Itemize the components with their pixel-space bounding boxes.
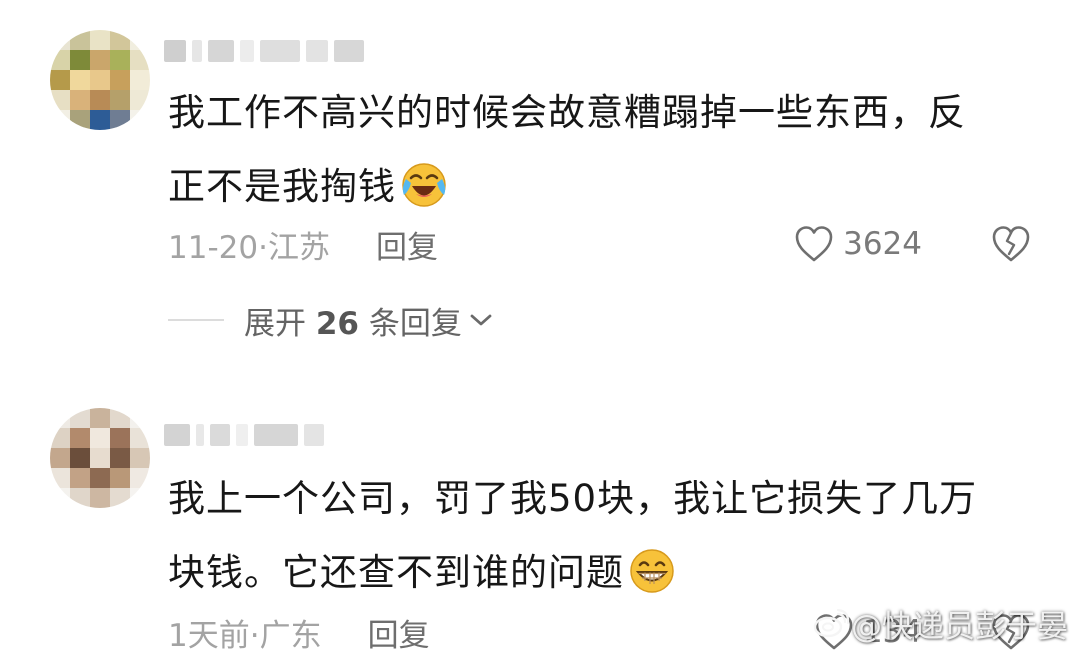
comment-text-line: 我上一个公司，罚了我50块，我让它损失了几万 (168, 477, 978, 520)
weibo-watermark: @快递员彭于晏 (813, 601, 1068, 646)
username-blurred[interactable] (164, 36, 364, 66)
dislike-button[interactable] (990, 222, 1032, 266)
comment-meta: 1天前·广东 回复 (168, 610, 430, 654)
expand-replies-button[interactable]: 展开 26 条回复 (168, 298, 494, 342)
weibo-logo-icon (813, 608, 849, 637)
username-blurred[interactable] (164, 420, 324, 450)
comment-meta: 11-20·江苏 回复 (168, 222, 438, 266)
reply-button[interactable]: 回复 (376, 222, 438, 267)
comment-text: 我工作不高兴的时候会故意糟蹋掉一些东西，反 正不是我掏钱 (168, 76, 1048, 224)
expand-replies-label: 展开 26 条回复 (244, 305, 462, 342)
comment-text-line: 块钱。它还查不到谁的问题 (168, 536, 1048, 610)
watermark-text: @快递员彭于晏 (851, 609, 1068, 645)
comment-text-line: 正不是我掏钱 (168, 150, 1048, 224)
reply-button[interactable]: 回复 (368, 610, 430, 655)
avatar[interactable] (50, 408, 150, 508)
heart-icon (795, 226, 833, 262)
expand-divider-line (168, 319, 224, 321)
like-count: 3624 (843, 226, 922, 262)
like-button[interactable]: 3624 (793, 222, 922, 266)
laughing-crying-emoji-icon (402, 163, 446, 207)
comment-time-location: 1天前·广东 (168, 617, 322, 654)
avatar[interactable] (50, 30, 150, 130)
chevron-down-icon (470, 314, 492, 326)
comment-text: 我上一个公司，罚了我50块，我让它损失了几万 块钱。它还查不到谁的问题 (168, 462, 1048, 610)
grinning-emoji-icon (630, 549, 674, 593)
comment-text-line: 我工作不高兴的时候会故意糟蹋掉一些东西，反 (168, 91, 966, 134)
comment-time-location: 11-20·江苏 (168, 229, 330, 266)
broken-heart-icon (992, 226, 1030, 262)
